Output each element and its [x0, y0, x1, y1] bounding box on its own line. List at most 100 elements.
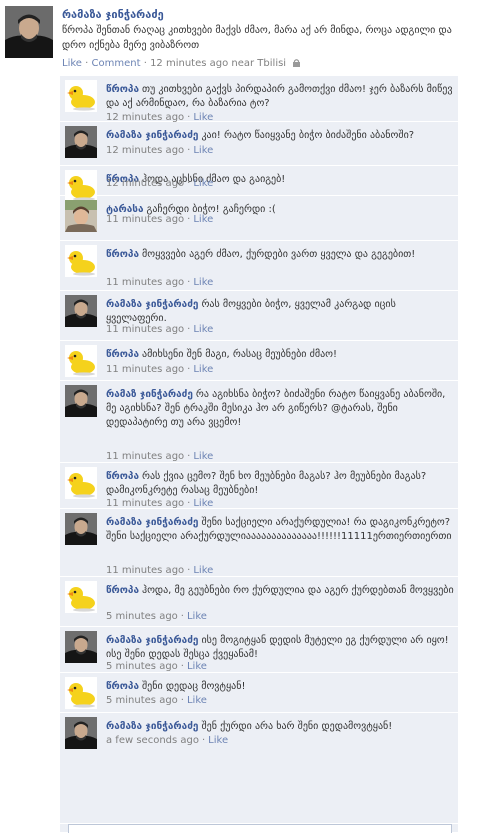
comment-text: კაი! რატო წაიყვანე ბიჭო ბიძაშენი აბანოში…: [201, 130, 415, 141]
comment-timestamp: 11 minutes ago: [106, 214, 185, 225]
comment-item: წროპა მოყვვები აგერ ძმაო, ქურდები ვართ ყვ…: [60, 241, 458, 291]
comment-meta: 11 minutes ago · Like: [106, 277, 214, 288]
main-post: რამაზა ჯინჭარაძე წროპა შენთან რაღაც კითხ…: [0, 0, 480, 75]
comment-meta: 11 minutes ago · Like: [106, 364, 214, 375]
comment-avatar[interactable]: [65, 513, 97, 545]
comment-like-link[interactable]: Like: [193, 178, 213, 189]
comment-timestamp: 5 minutes ago: [106, 661, 178, 672]
comment-avatar[interactable]: [65, 467, 97, 499]
comment-avatar[interactable]: [65, 631, 97, 663]
comment-like-link[interactable]: Like: [193, 364, 213, 375]
comment-body: რამაზ ჯინჭარაძე რა აგიხსნა ბიჭო? ბიძაშენი…: [106, 388, 454, 430]
comment-body: წროპა შენი დედაც მოვტყან!: [106, 680, 454, 694]
comment-text: თუ კითხვები გაქვს პირდაპირ გამოთქვი ძმაო…: [106, 84, 453, 109]
comment-like-link[interactable]: Like: [187, 695, 207, 706]
comment-text: შენ ქურდი არა ხარ შენი დედამოვტყან!: [201, 721, 393, 732]
comment-item: ტარასა გაჩერდი ბიჭო! გაჩერდი :(11 minutes…: [60, 196, 458, 241]
comment-like-link[interactable]: Like: [193, 277, 213, 288]
comment-item: წროპა ჰოდა, მე გეუბნები რო ქურდულია და აგ…: [60, 577, 458, 627]
comment-avatar[interactable]: [65, 345, 97, 377]
author-avatar[interactable]: [5, 6, 53, 58]
comment-avatar[interactable]: [65, 295, 97, 327]
comment-item: წროპა რას ქვია ცემო? შენ ხო მეუბნები მაგა…: [60, 463, 458, 509]
comment-avatar[interactable]: [65, 717, 97, 749]
comment-like-link[interactable]: Like: [187, 661, 207, 672]
comment-meta: 11 minutes ago · Like: [106, 214, 214, 225]
comment-author[interactable]: წროპა: [106, 349, 139, 360]
comment-meta: 12 minutes ago · Like: [106, 178, 214, 189]
comment-meta: a few seconds ago · Like: [106, 735, 229, 746]
like-link[interactable]: Like: [62, 58, 82, 69]
comment-meta: 11 minutes ago · Like: [106, 565, 214, 576]
comment-body: რამაზა ჯინჭარაძე კაი! რატო წაიყვანე ბიჭო …: [106, 129, 454, 143]
comment-body: რამაზა ჯინჭარაძე რას მოყვები ბიჭო, ყველამ…: [106, 298, 454, 326]
comment-timestamp: 5 minutes ago: [106, 611, 178, 622]
comment-meta: 5 minutes ago · Like: [106, 611, 207, 622]
comment-body: წროპა რას ქვია ცემო? შენ ხო მეუბნები მაგა…: [106, 470, 454, 498]
comment-body: რამაზა ჯინჭარაძე შენი საქციელი არაქურდული…: [106, 516, 454, 544]
comment-like-link[interactable]: Like: [187, 611, 207, 622]
comment-author[interactable]: წროპა: [106, 585, 139, 596]
comment-like-link[interactable]: Like: [208, 735, 228, 746]
comment-meta: 11 minutes ago · Like: [106, 324, 214, 335]
comment-avatar[interactable]: [65, 677, 97, 709]
comment-like-link[interactable]: Like: [193, 324, 213, 335]
comment-like-link[interactable]: Like: [193, 565, 213, 576]
comment-item: წროპა ჰოდა აცხსნი ძმაო და გაიგებ! 12 minut…: [60, 166, 458, 202]
comments-list: წროპა თუ კითხვები გაქვს პირდაპირ გამოთქვი…: [60, 76, 458, 833]
comment-avatar[interactable]: [65, 200, 97, 232]
comment-author[interactable]: რამაზა ჯინჭარაძე: [106, 130, 198, 141]
comment-author[interactable]: წროპა: [106, 681, 139, 692]
post-text: წროპა შენთან რაღაც კითხვები მაქვს ძმაო, …: [62, 25, 452, 51]
comment-avatar[interactable]: [65, 80, 97, 112]
comment-like-link[interactable]: Like: [193, 214, 213, 225]
comment-author[interactable]: წროპა: [106, 84, 139, 95]
comment-body: რამაზა ჯინჭარაძე ისე მოგიტყან დედის მუტელ…: [106, 634, 454, 662]
comment-body: წროპა ჰოდა, მე გეუბნები რო ქურდულია და აგ…: [106, 584, 454, 598]
comment-meta: 12 minutes ago · Like: [106, 145, 214, 156]
comment-text: რას ქვია ცემო? შენ ხო მეუბნები მაგას? ჰო…: [106, 471, 427, 496]
comment-item: რამაზა ჯინჭარაძე ისე მოგიტყან დედის მუტელ…: [60, 627, 458, 673]
comment-item: წროპა ამიხსენი შენ მაგი, რასაც მეუბნები ძ…: [60, 341, 458, 381]
comment-item: რამაზა ჯინჭარაძე შენ ქურდი არა ხარ შენი დ…: [60, 713, 458, 824]
comment-author[interactable]: რამაზ ჯინჭარაძე: [106, 389, 193, 400]
comment-timestamp: 11 minutes ago: [106, 364, 185, 375]
comment-timestamp: 11 minutes ago: [106, 565, 185, 576]
comment-meta: 11 minutes ago · Like: [106, 498, 214, 509]
comment-like-link[interactable]: Like: [193, 498, 213, 509]
comment-body: წროპა თუ კითხვები გაქვს პირდაპირ გამოთქვი…: [106, 83, 454, 111]
comment-text: ამიხსენი შენ მაგი, რასაც მეუბნები ძმაო!: [141, 349, 338, 360]
post-author-name[interactable]: რამაზა ჯინჭარაძე: [62, 8, 164, 21]
post-meta: Like · Comment · 12 minutes ago near Tbi…: [62, 58, 301, 69]
comment-link[interactable]: Comment: [92, 58, 141, 69]
comment-author[interactable]: წროპა: [106, 471, 139, 482]
comment-author[interactable]: წროპა: [106, 249, 139, 260]
comment-item: რამაზა ჯინჭარაძე შენი საქციელი არაქურდული…: [60, 509, 458, 577]
comment-timestamp: a few seconds ago: [106, 735, 199, 746]
comment-avatar[interactable]: [65, 385, 97, 417]
comment-text: შენი დედაც მოვტყან!: [141, 681, 246, 692]
comment-timestamp: 12 minutes ago: [106, 145, 185, 156]
comment-avatar[interactable]: [65, 581, 97, 613]
comment-author[interactable]: რამაზა ჯინჭარაძე: [106, 635, 198, 646]
comment-body: რამაზა ჯინჭარაძე შენ ქურდი არა ხარ შენი დ…: [106, 720, 454, 734]
lock-icon: [293, 59, 301, 67]
comment-like-link[interactable]: Like: [193, 145, 213, 156]
comment-author[interactable]: რამაზა ჯინჭარაძე: [106, 721, 198, 732]
comment-text: ჰოდა, მე გეუბნები რო ქურდულია და აგერ ქუ…: [141, 585, 454, 596]
comment-timestamp: 11 minutes ago: [106, 451, 185, 462]
comment-body: წროპა მოყვვები აგერ ძმაო, ქურდები ვართ ყვ…: [106, 248, 454, 262]
comment-item: რამაზა ჯინჭარაძე კაი! რატო წაიყვანე ბიჭო …: [60, 122, 458, 166]
comment-item: რამაზა ჯინჭარაძე რას მოყვები ბიჭო, ყველამ…: [60, 291, 458, 341]
comment-avatar[interactable]: [65, 126, 97, 158]
comment-avatar[interactable]: [65, 245, 97, 277]
post-timestamp: 12 minutes ago near Tbilisi: [150, 58, 287, 69]
comment-author[interactable]: რამაზა ჯინჭარაძე: [106, 299, 198, 310]
comment-meta: 11 minutes ago · Like: [106, 451, 214, 462]
comment-text: მოყვვები აგერ ძმაო, ქურდები ვართ ყველა დ…: [141, 249, 416, 260]
comment-timestamp: 5 minutes ago: [106, 695, 178, 706]
comment-item: წროპა თუ კითხვები გაქვს პირდაპირ გამოთქვი…: [60, 76, 458, 123]
comment-timestamp: 11 minutes ago: [106, 324, 185, 335]
comment-like-link[interactable]: Like: [193, 451, 213, 462]
comment-author[interactable]: რამაზა ჯინჭარაძე: [106, 517, 198, 528]
